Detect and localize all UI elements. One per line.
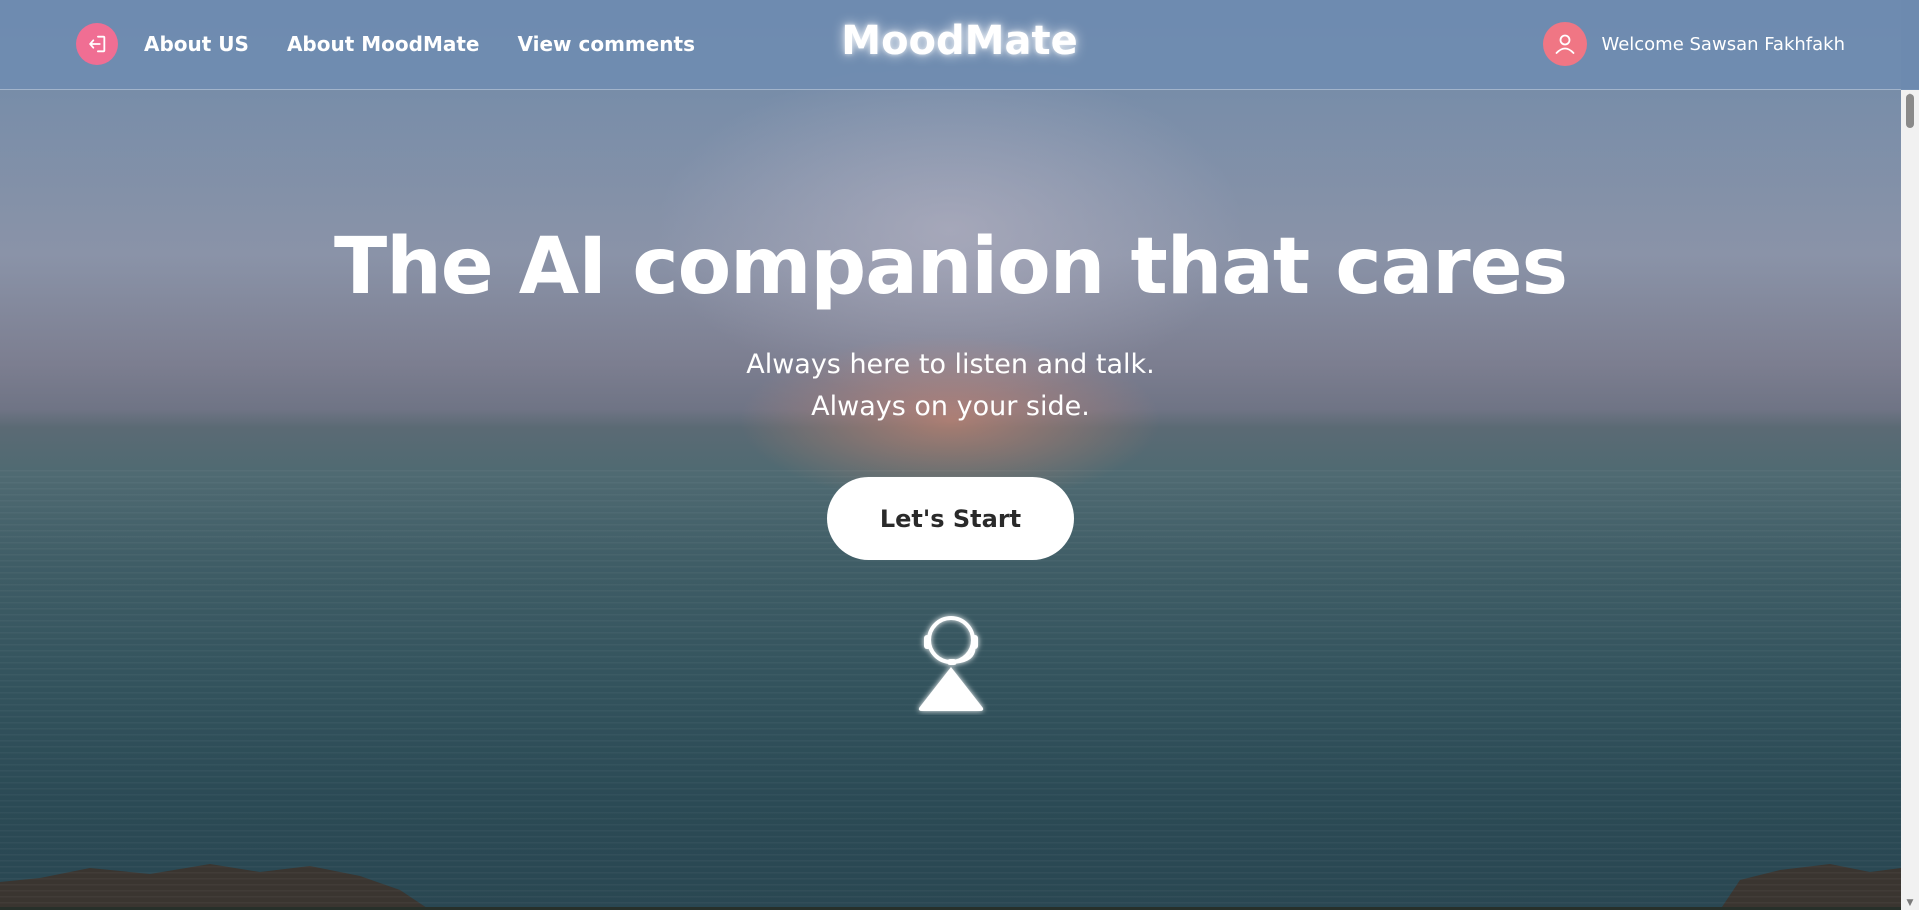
scroll-down-arrow-icon[interactable]: ▼ <box>1901 896 1919 910</box>
rocks-silhouette <box>0 864 1901 910</box>
logout-button[interactable] <box>76 23 118 65</box>
welcome-text: Welcome Sawsan Fakhfakh <box>1601 33 1845 55</box>
vertical-scrollbar[interactable]: ▲ ▼ <box>1901 90 1919 910</box>
hero-title: The AI companion that cares <box>334 222 1568 312</box>
nav-links: About US About MoodMate View comments <box>144 0 695 88</box>
scrollbar-top-gap <box>1901 0 1919 90</box>
nav-link-about-us[interactable]: About US <box>144 32 249 56</box>
hero-background <box>0 0 1901 910</box>
hero-subtitle: Always here to listen and talk. Always o… <box>0 344 1901 428</box>
hero-subtitle-line-1: Always here to listen and talk. <box>746 349 1155 380</box>
user-icon <box>1556 34 1575 54</box>
user-profile-area[interactable]: Welcome Sawsan Fakhfakh <box>1543 22 1845 66</box>
hero-subtitle-line-2: Always on your side. <box>811 391 1090 422</box>
headset-assistant-icon <box>918 616 984 711</box>
avatar[interactable] <box>1543 22 1588 66</box>
lets-start-button[interactable]: Let's Start <box>827 477 1074 560</box>
nav-link-about-moodmate[interactable]: About MoodMate <box>287 32 480 56</box>
nav-link-view-comments[interactable]: View comments <box>517 32 695 56</box>
top-navbar: About US About MoodMate View comments Mo… <box>0 0 1919 90</box>
scrollbar-thumb[interactable] <box>1906 94 1914 128</box>
logout-icon <box>89 35 106 53</box>
